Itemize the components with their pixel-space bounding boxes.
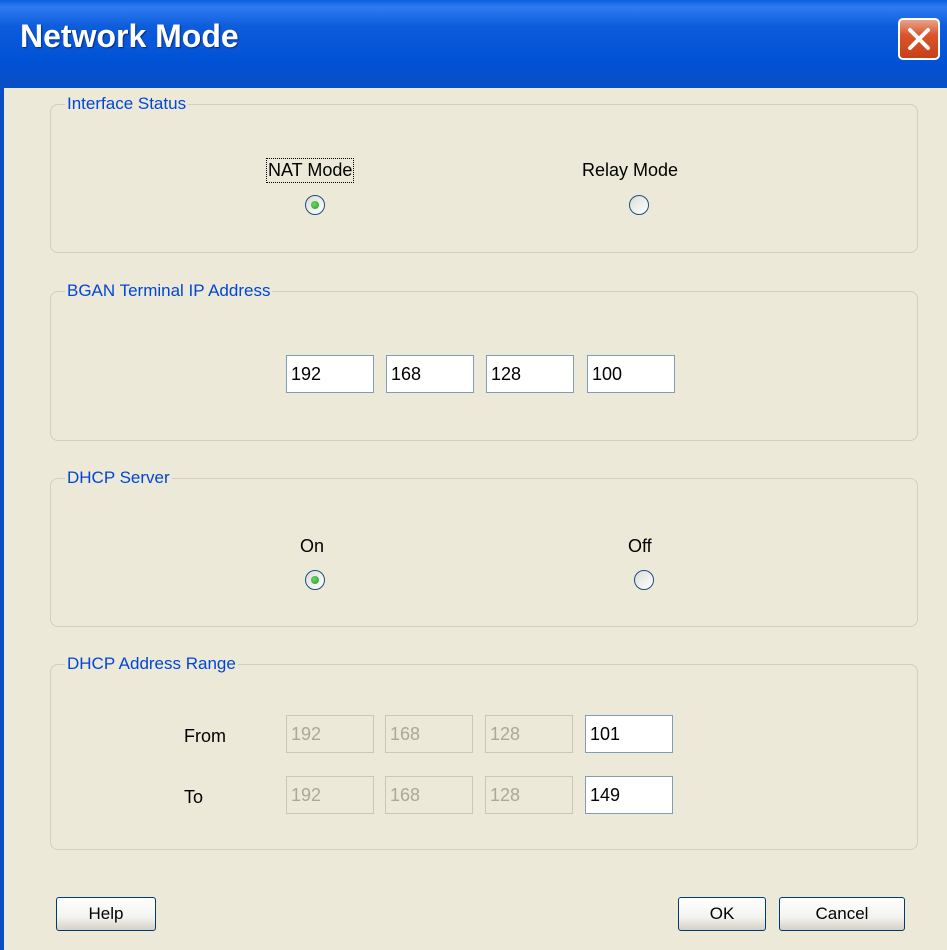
range-from-octet-3	[485, 715, 573, 753]
range-from-octet-4[interactable]	[585, 715, 673, 753]
help-button[interactable]: Help	[56, 897, 156, 931]
dialog-client-area: Interface Status NAT Mode Relay Mode BGA…	[4, 88, 947, 950]
range-from-octet-1	[286, 715, 374, 753]
dhcp-range-legend: DHCP Address Range	[67, 654, 236, 673]
interface-status-group: Interface Status	[50, 94, 918, 253]
dhcp-on-label[interactable]: On	[300, 536, 324, 557]
interface-status-legend: Interface Status	[67, 94, 187, 113]
relay-mode-radio[interactable]	[629, 195, 649, 215]
dhcp-server-group: DHCP Server	[50, 468, 918, 627]
network-mode-dialog: Network Mode Interface Status NAT Mode R…	[0, 0, 947, 950]
terminal-ip-octet-1[interactable]	[286, 355, 374, 393]
title-bar[interactable]: Network Mode	[0, 0, 947, 88]
terminal-ip-group: BGAN Terminal IP Address	[50, 281, 918, 441]
range-to-label: To	[184, 787, 204, 807]
dhcp-off-label[interactable]: Off	[628, 536, 652, 557]
window-title: Network Mode	[20, 18, 239, 54]
range-from-label: From	[184, 726, 226, 746]
terminal-ip-legend: BGAN Terminal IP Address	[67, 281, 271, 300]
cancel-button[interactable]: Cancel	[779, 897, 905, 931]
nat-mode-label[interactable]: NAT Mode	[265, 158, 355, 183]
range-from-octet-2	[385, 715, 473, 753]
dhcp-off-radio[interactable]	[634, 570, 654, 590]
close-button[interactable]	[898, 18, 940, 60]
range-to-octet-2	[385, 776, 473, 814]
ok-button[interactable]: OK	[678, 897, 766, 931]
close-icon	[908, 28, 930, 50]
range-to-octet-1	[286, 776, 374, 814]
terminal-ip-octet-3[interactable]	[486, 355, 574, 393]
terminal-ip-octet-4[interactable]	[587, 355, 675, 393]
nat-mode-radio[interactable]	[305, 195, 325, 215]
relay-mode-label[interactable]: Relay Mode	[582, 160, 678, 181]
dhcp-on-radio[interactable]	[305, 570, 325, 590]
dhcp-range-group: DHCP Address Range	[50, 654, 918, 850]
dhcp-server-legend: DHCP Server	[67, 468, 170, 487]
range-to-octet-4[interactable]	[585, 776, 673, 814]
range-to-octet-3	[485, 776, 573, 814]
terminal-ip-octet-2[interactable]	[386, 355, 474, 393]
